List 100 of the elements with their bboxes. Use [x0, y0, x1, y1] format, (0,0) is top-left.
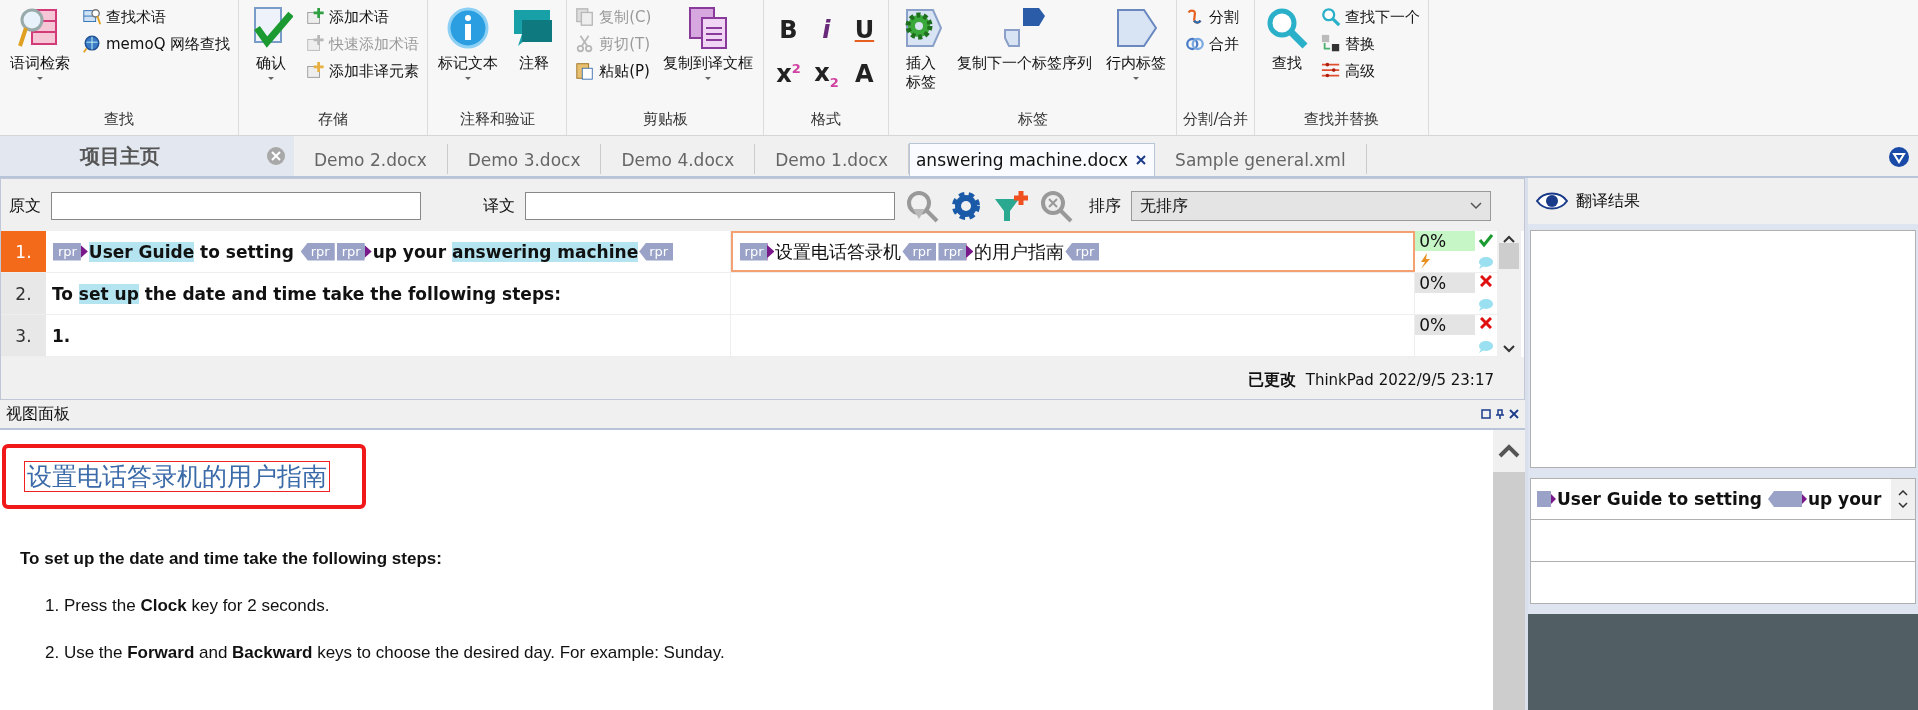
document-tab[interactable]: answering machine.docx	[908, 143, 1156, 176]
scrollbar-thumb[interactable]	[1499, 243, 1519, 269]
source-cell[interactable]: 1.	[45, 315, 731, 356]
source-filter-field[interactable]	[51, 192, 421, 220]
caret-icon	[268, 77, 275, 80]
document-heading[interactable]: 设置电话答录机的用户指南	[24, 461, 330, 492]
pin-icon[interactable]	[1495, 409, 1505, 419]
term-highlight: answering machine	[452, 241, 639, 262]
tag-icon	[1787, 491, 1808, 507]
status-text: 已更改	[1247, 370, 1296, 391]
match-percent: 0%	[1415, 315, 1476, 335]
funnel-plus-icon[interactable]	[993, 189, 1029, 223]
ribbon-button[interactable]: 查找术语	[80, 6, 233, 28]
ribbon-button[interactable]: memoQ 网络查找	[80, 33, 233, 55]
ribbon-button[interactable]: 分割	[1183, 6, 1242, 28]
table-magnifier-icon	[82, 7, 102, 27]
caret-icon	[465, 77, 472, 80]
chevron-down-icon[interactable]	[1503, 345, 1515, 353]
tag-chip: rpr	[1065, 242, 1100, 261]
ribbon-button[interactable]: 高级	[1319, 60, 1423, 82]
clear-search-icon[interactable]	[1039, 189, 1073, 223]
tag-chip: rpr	[300, 242, 335, 261]
format-button[interactable]: B	[770, 12, 807, 48]
preview-text: User Guide to setting	[1557, 489, 1763, 509]
ribbon-button[interactable]: 添加术语	[303, 6, 422, 28]
ribbon-button[interactable]: 注释	[508, 4, 561, 75]
segment-text: up your	[372, 241, 448, 262]
plus-icon	[305, 61, 326, 81]
document-tab[interactable]: Sample general.xml	[1155, 144, 1367, 174]
ribbon-button[interactable]: 替换	[1319, 33, 1423, 55]
clipboard-icon	[575, 61, 596, 81]
format-button[interactable]: A	[846, 56, 883, 92]
tag-chip: rpr	[639, 242, 674, 261]
close-icon[interactable]	[1509, 409, 1519, 419]
eye-icon	[1536, 190, 1568, 212]
group-label: 标签	[1016, 109, 1049, 130]
document-tab[interactable]: Demo 1.docx	[755, 144, 909, 174]
format-button[interactable]: U	[846, 12, 883, 48]
scrollbar[interactable]	[1891, 479, 1915, 519]
source-label: 原文	[9, 195, 41, 217]
segment-text: 1.	[51, 325, 71, 346]
group-label: 分割/合并	[1183, 109, 1249, 130]
ribbon-button[interactable]: 添加非译元素	[303, 60, 422, 82]
segment-text: To	[51, 283, 74, 304]
tag-icon	[1767, 491, 1788, 507]
document-paragraph: To set up the date and time take the following steps:	[20, 549, 443, 569]
filter-search-icon[interactable]	[905, 189, 939, 223]
ribbon-button[interactable]: 查找	[1261, 4, 1314, 75]
ribbon-button[interactable]: 查找下一个	[1319, 6, 1423, 28]
plus-icon	[305, 7, 326, 27]
segment-text: 的用户指南	[974, 239, 1065, 264]
ribbon-button[interactable]: 标记文本	[434, 4, 503, 82]
source-cell[interactable]: rpr User Guide to setting rpr rpr up your answering machine rpr	[45, 231, 731, 272]
match-percent: 0%	[1415, 273, 1476, 293]
target-cell[interactable]: rpr 设置电话答录机 rpr rpr 的用户指南 rpr	[730, 231, 1416, 272]
ribbon-button[interactable]: 复制到译文框	[659, 4, 758, 82]
caret-icon	[705, 77, 712, 80]
sort-label: 排序	[1089, 195, 1121, 217]
chevron-up-icon[interactable]	[1498, 444, 1520, 458]
ribbon-button[interactable]: 复制下一个标签序列	[953, 4, 1097, 75]
scrollbar[interactable]	[1493, 430, 1525, 710]
format-button[interactable]: x$_{2}$	[808, 56, 845, 92]
dropdown-icon[interactable]	[1888, 146, 1910, 168]
sort-dropdown[interactable]: 无排序	[1131, 191, 1491, 221]
ribbon-button[interactable]: 插入标签	[895, 4, 948, 94]
document-tab[interactable]: Demo 2.docx	[294, 144, 448, 174]
document-tab[interactable]: Demo 3.docx	[447, 144, 602, 174]
group-label: 注释和验证	[458, 109, 536, 130]
chevron-up-icon[interactable]	[1898, 490, 1908, 496]
ribbon-button[interactable]: 粘贴(P)	[573, 60, 654, 82]
target-filter-field[interactable]	[525, 192, 895, 220]
preview-text: up your	[1807, 489, 1882, 509]
status-info: ThinkPad 2022/9/5 23:17	[1305, 371, 1494, 389]
home-tab[interactable]: 项目主页	[0, 136, 294, 176]
ribbon-button[interactable]: 合并	[1183, 33, 1242, 55]
document-tab[interactable]: Demo 4.docx	[601, 144, 756, 174]
chevron-up-icon[interactable]	[1503, 235, 1515, 243]
format-button[interactable]: i	[808, 12, 845, 48]
tag-chip: rpr	[52, 242, 88, 261]
ribbon-button[interactable]: 确认	[245, 4, 298, 82]
maximize-icon[interactable]	[1481, 409, 1491, 419]
source-cell[interactable]: To set up the date and time take the following steps:	[45, 273, 731, 314]
group-label: 查找	[103, 109, 136, 130]
close-icon[interactable]	[1136, 155, 1147, 165]
gear-icon[interactable]	[949, 189, 983, 223]
row-number[interactable]: 3.	[1, 315, 46, 356]
globe-magnifier-icon	[82, 34, 102, 54]
ribbon-button[interactable]: 语词检索	[6, 4, 74, 82]
tag-icon	[1537, 491, 1557, 507]
group-label: 格式	[810, 109, 843, 130]
ribbon-button[interactable]: 行内标签	[1102, 4, 1171, 82]
tag-chip: rpr	[739, 242, 775, 261]
row-number[interactable]: 2.	[1, 273, 46, 314]
format-button[interactable]: x$^{2}$	[770, 56, 807, 92]
tag-chip: rpr	[938, 242, 974, 261]
segment-text: to setting	[199, 241, 295, 262]
target-label: 译文	[483, 195, 515, 217]
plus-icon	[305, 34, 326, 54]
tab-label: 项目主页	[80, 142, 160, 170]
chevron-down-icon[interactable]	[1898, 502, 1908, 508]
